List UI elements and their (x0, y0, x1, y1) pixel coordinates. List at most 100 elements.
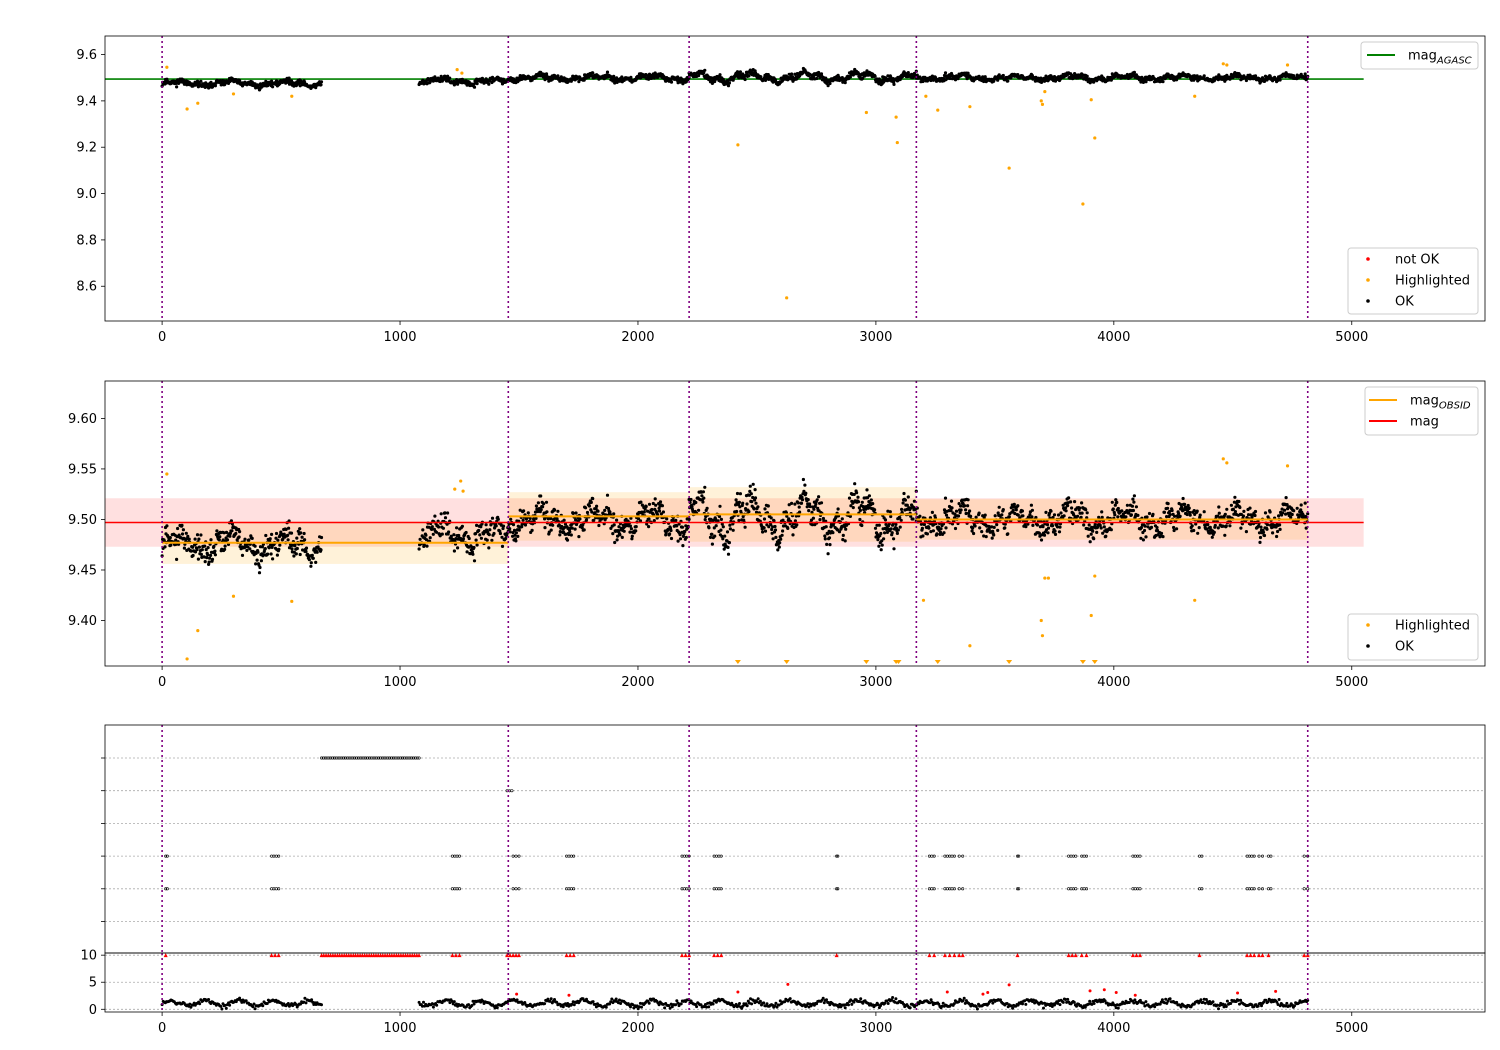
ok-point (501, 524, 506, 528)
ok-point (1281, 511, 1285, 515)
ok-point (584, 506, 588, 510)
dr-point (422, 1000, 425, 1004)
ok-point (472, 545, 476, 550)
offscale-marker (1006, 660, 1013, 664)
ok-point (1147, 511, 1152, 516)
ok-point (954, 509, 959, 513)
ok-point (479, 536, 483, 540)
ok-point (184, 531, 188, 535)
ok-point (867, 494, 872, 498)
ok-point (307, 558, 311, 562)
ok-point (605, 70, 610, 74)
ok-point (1059, 511, 1063, 515)
ok-point (197, 545, 201, 549)
ok-point (922, 522, 927, 527)
ok-point (210, 557, 215, 562)
ok-point (798, 510, 802, 514)
ok-point (823, 534, 827, 538)
ok-point (959, 504, 963, 508)
ok-point (256, 550, 260, 554)
ok-point (896, 528, 900, 532)
highlighted-point (460, 71, 464, 75)
ok-point (1197, 526, 1201, 530)
highlighted-point (924, 94, 928, 98)
legend-label: OK (1395, 295, 1414, 310)
ok-point (1050, 524, 1055, 528)
ok-point (187, 537, 191, 541)
ok-point (1006, 79, 1010, 83)
ok-point (678, 537, 683, 541)
ok-point (484, 523, 488, 527)
y-tick-label: 5 (89, 976, 97, 991)
ok-point (900, 507, 904, 511)
ok-point (1190, 524, 1194, 528)
ok-point (1213, 523, 1217, 528)
ok-point (898, 516, 902, 520)
ok-point (1046, 526, 1051, 530)
offscale-marker (934, 660, 941, 664)
ok-point (1183, 502, 1187, 506)
ok-point (257, 571, 262, 575)
ok-point (1082, 523, 1086, 527)
ok-point (944, 526, 948, 530)
legend-label-subscript: OBSID (1439, 401, 1471, 412)
ok-point (1188, 513, 1192, 517)
ok-point (615, 538, 619, 542)
ok-point (182, 546, 186, 550)
ok-point (275, 553, 279, 557)
ok-point (596, 509, 600, 513)
ok-point (751, 482, 755, 486)
dr-point (549, 997, 553, 1001)
ok-point (992, 525, 996, 530)
ok-point (826, 552, 830, 556)
ok-point (824, 525, 828, 529)
ok-point (267, 546, 271, 550)
legend-label-text: Highlighted (1395, 619, 1470, 634)
ok-point (605, 493, 610, 497)
ok-point (309, 561, 313, 565)
ok-point (1233, 495, 1237, 499)
ok-point (825, 542, 829, 547)
ok-point (851, 506, 855, 510)
ok-point (509, 517, 513, 521)
ok-point (276, 538, 280, 542)
ok-point (255, 558, 259, 562)
ok-point (1070, 506, 1074, 510)
x-tick-label: 3000 (859, 675, 892, 690)
ok-point (997, 505, 1001, 509)
dr-point (435, 1003, 439, 1007)
ok-point (165, 524, 169, 528)
y-tick-label: 8.6 (76, 280, 97, 295)
ok-point (1021, 514, 1025, 518)
ok-point (228, 534, 232, 538)
ok-point (303, 538, 307, 542)
ok-point (719, 528, 723, 532)
ok-point (1045, 523, 1050, 527)
ok-point (811, 516, 816, 520)
ok-point (534, 504, 539, 508)
ok-point (455, 526, 459, 530)
ok-point (199, 533, 203, 537)
ok-point (492, 531, 496, 536)
ok-point (521, 518, 525, 522)
highlighted-point (459, 479, 463, 483)
ok-point (1087, 523, 1091, 527)
y-tick-label: 9.6 (76, 48, 97, 63)
ok-point (209, 538, 213, 542)
offscale-marker (1091, 660, 1098, 664)
ok-point (993, 514, 997, 518)
ok-point (1058, 525, 1062, 529)
ok-point (539, 508, 543, 512)
ok-point (574, 518, 578, 522)
ok-point (1275, 534, 1279, 539)
y-tick-label: 9.2 (76, 141, 97, 156)
ok-point (446, 511, 450, 515)
legend-label-text: OK (1395, 295, 1414, 310)
highlighted-point (1093, 136, 1097, 140)
ok-point (776, 548, 780, 552)
ok-point (456, 546, 460, 550)
ok-point (1168, 513, 1172, 517)
ok-point (195, 533, 200, 537)
ok-point (539, 494, 543, 498)
ok-point (779, 537, 783, 541)
